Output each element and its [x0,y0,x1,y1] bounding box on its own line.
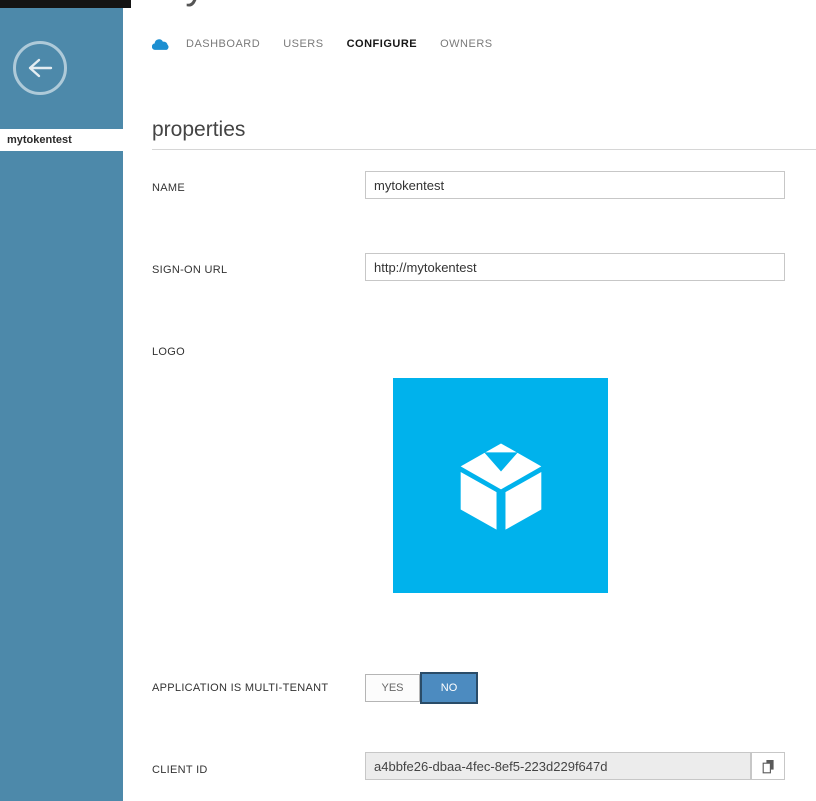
sign-on-url-input[interactable] [365,253,785,281]
sidebar-item-mytokentest[interactable]: mytokentest [0,129,123,151]
client-id-input[interactable] [365,752,751,780]
tab-users[interactable]: USERS [283,38,323,50]
section-title: properties [152,118,245,142]
cloud-icon [152,37,171,51]
copy-client-id-button[interactable] [751,752,785,780]
client-id-label: CLIENT ID [152,764,208,776]
sidebar [0,8,123,801]
tab-bar: DASHBOARD USERS CONFIGURE OWNERS [152,35,493,53]
back-button[interactable] [13,41,67,95]
name-label: NAME [152,182,185,194]
multi-tenant-no-button[interactable]: NO [420,672,478,704]
no-label: NO [441,682,458,694]
tab-dashboard[interactable]: DASHBOARD [186,38,260,50]
top-global-bar [0,0,131,8]
cube-icon [445,430,557,542]
multi-tenant-label: APPLICATION IS MULTI-TENANT [152,682,328,694]
section-divider [152,149,816,150]
sign-on-url-label: SIGN-ON URL [152,264,227,276]
page-title: mytokentest [152,0,368,8]
name-input[interactable] [365,171,785,199]
back-arrow-icon [26,57,54,79]
sidebar-item-label: mytokentest [7,134,72,146]
multi-tenant-yes-button[interactable]: YES [365,674,420,702]
app-logo [393,378,608,593]
tab-configure[interactable]: CONFIGURE [347,38,418,50]
page-title-clipped: mytokentest [152,0,572,13]
tab-owners[interactable]: OWNERS [440,38,493,50]
logo-label: LOGO [152,346,185,358]
multi-tenant-toggle: YES NO [365,672,478,704]
copy-icon [760,758,776,774]
yes-label: YES [381,682,403,694]
